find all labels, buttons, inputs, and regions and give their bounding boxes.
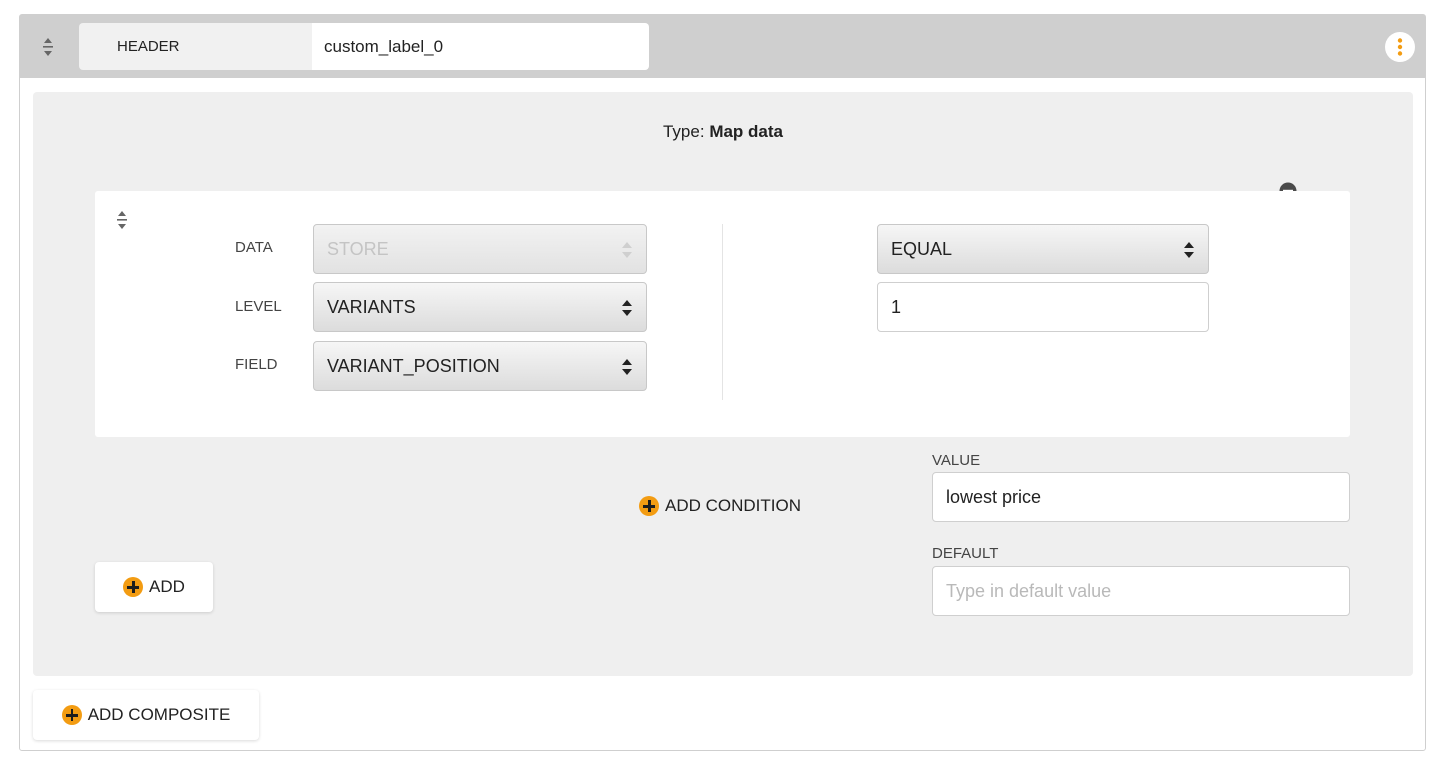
value-input[interactable]: [932, 472, 1350, 522]
field-select[interactable]: VARIANT_POSITION: [313, 341, 647, 391]
select-arrows-icon: [622, 300, 632, 316]
header-bar: HEADER: [20, 15, 1425, 78]
select-arrows-icon: [622, 242, 632, 258]
default-input[interactable]: [932, 566, 1350, 616]
kebab-menu-icon: [1388, 35, 1412, 59]
plus-circle-icon: [639, 496, 659, 516]
header-name-input[interactable]: [312, 23, 649, 70]
add-condition-label: ADD CONDITION: [665, 496, 801, 515]
select-arrows-icon: [1184, 242, 1194, 258]
field-select-value: VARIANT_POSITION: [327, 356, 500, 376]
select-arrows-icon: [622, 359, 632, 375]
condition-divider: [722, 224, 723, 400]
plus-circle-icon: [123, 577, 144, 597]
operator-select-value: EQUAL: [891, 239, 953, 259]
type-value: Map data: [709, 122, 783, 141]
level-label: LEVEL: [235, 298, 282, 315]
kebab-menu-button[interactable]: [1385, 32, 1415, 62]
header-label: HEADER: [79, 23, 312, 70]
data-label: DATA: [235, 239, 273, 256]
operator-select[interactable]: EQUAL: [877, 224, 1209, 274]
add-condition-button[interactable]: ADD CONDITION: [639, 496, 801, 516]
level-select[interactable]: VARIANTS: [313, 282, 647, 332]
add-button[interactable]: ADD: [95, 562, 213, 612]
mapping-card: HEADER Type: Map data: [19, 14, 1426, 751]
condition-drag-handle-icon[interactable]: [115, 210, 129, 230]
field-label: FIELD: [235, 356, 278, 373]
data-select: STORE: [313, 224, 647, 274]
add-composite-button[interactable]: ADD COMPOSITE: [33, 690, 259, 740]
plus-circle-icon: [61, 705, 82, 725]
data-select-value: STORE: [327, 239, 389, 259]
level-select-value: VARIANTS: [327, 297, 416, 317]
add-button-label: ADD: [149, 577, 185, 596]
type-line: Type: Map data: [33, 122, 1413, 142]
default-label: DEFAULT: [932, 545, 999, 562]
value-label: VALUE: [932, 452, 981, 469]
composite-panel: Type: Map data DATA STORE LEVEL VARIANTS…: [33, 92, 1413, 676]
condition-card: DATA STORE LEVEL VARIANTS FIELD VARIANT_…: [95, 191, 1350, 437]
drag-handle-icon[interactable]: [41, 37, 55, 57]
type-prefix: Type:: [662, 122, 705, 141]
compare-value-input[interactable]: [877, 282, 1209, 332]
add-composite-label: ADD COMPOSITE: [87, 705, 231, 724]
